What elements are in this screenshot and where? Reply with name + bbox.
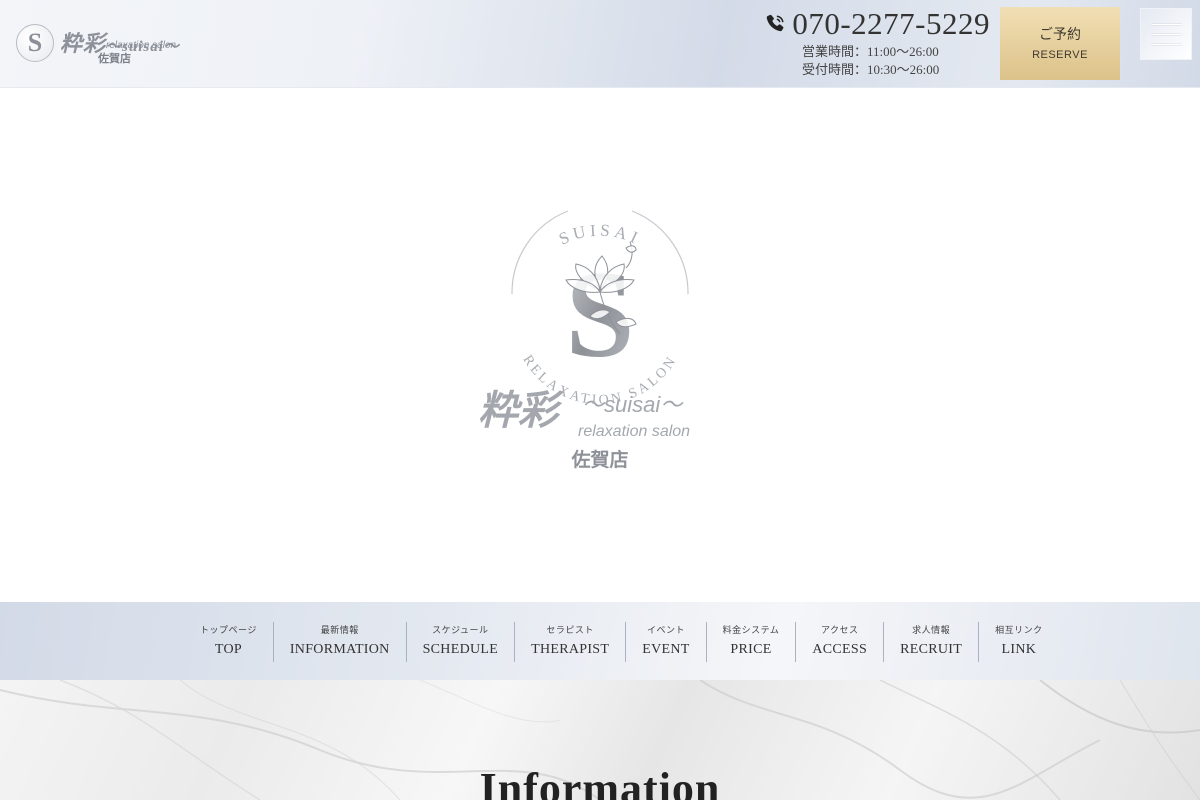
nav-label-jp: トップページ [200, 625, 257, 635]
phone-number[interactable]: 070-2277-5229 [792, 6, 990, 42]
nav-label-jp: 相互リンク [995, 625, 1043, 635]
hero-logo-branch: 佐賀店 [570, 448, 628, 471]
hamburger-menu-button[interactable] [1140, 8, 1192, 60]
logo-emblem-letter: S [27, 28, 43, 57]
nav-item-access[interactable]: アクセス ACCESS [795, 622, 883, 662]
nav-item-event[interactable]: イベント EVENT [625, 622, 705, 662]
hero-logo-kanji: 粋彩 [478, 388, 564, 433]
main-nav: トップページ TOP 最新情報 INFORMATION スケジュール SCHED… [0, 602, 1200, 680]
nav-item-therapist[interactable]: セラピスト THERAPIST [514, 622, 625, 662]
nav-label-en: THERAPIST [531, 642, 610, 657]
phone-icon [767, 14, 784, 32]
reserve-button[interactable]: ご予約 RESERVE [1000, 7, 1120, 80]
business-hours: 営業時間：11:00〜26:00 [802, 44, 939, 59]
information-section: Information [0, 680, 1200, 800]
nav-label-jp: アクセス [820, 625, 859, 635]
nav-label-jp: イベント [646, 625, 685, 635]
reserve-label-jp: ご予約 [1039, 28, 1081, 43]
hero-logo-subtitle: relaxation salon [578, 423, 690, 440]
phone-link[interactable]: 070-2277-5229 [760, 6, 990, 42]
nav-list: トップページ TOP 最新情報 INFORMATION スケジュール SCHED… [184, 622, 1059, 662]
nav-label-jp: セラピスト [546, 625, 594, 635]
hours-info: 営業時間：11:00〜26:00 受付時間：10:30〜26:00 [802, 43, 939, 79]
reserve-label-en: RESERVE [1032, 49, 1088, 61]
nav-label-en: ACCESS [812, 642, 868, 657]
site-header: S 粋彩〜suisai〜 relaxation salon 佐賀店 070-22… [0, 0, 1200, 88]
nav-label-en: INFORMATION [289, 642, 390, 657]
nav-label-en: LINK [1001, 642, 1037, 657]
hero-section: SUISAI RELAXATION SALON S 粋彩 〜suisai〜 re… [0, 88, 1200, 602]
logo-branch: 佐賀店 [98, 53, 131, 65]
hero-logo-roman: 〜suisai〜 [582, 392, 684, 417]
nav-item-top[interactable]: トップページ TOP [184, 622, 273, 662]
nav-label-en: SCHEDULE [422, 642, 499, 657]
nav-label-en: EVENT [642, 642, 690, 657]
nav-label-jp: 求人情報 [912, 625, 951, 635]
nav-label-jp: スケジュール [432, 625, 489, 635]
nav-label-en: PRICE [730, 642, 772, 657]
nav-label-jp: 最新情報 [320, 625, 359, 635]
nav-item-price[interactable]: 料金システム PRICE [705, 622, 796, 662]
nav-item-link[interactable]: 相互リンク LINK [978, 622, 1059, 662]
nav-label-jp: 料金システム [722, 625, 780, 635]
nav-label-en: RECRUIT [900, 642, 963, 657]
nav-item-recruit[interactable]: 求人情報 RECRUIT [883, 622, 978, 662]
contact-block: 070-2277-5229 営業時間：11:00〜26:00 受付時間：10:3… [760, 6, 990, 82]
header-logo[interactable]: S 粋彩〜suisai〜 relaxation salon 佐賀店 [14, 20, 184, 66]
reception-hours: 受付時間：10:30〜26:00 [802, 62, 940, 77]
nav-item-information[interactable]: 最新情報 INFORMATION [272, 622, 406, 662]
hero-logo: SUISAI RELAXATION SALON S 粋彩 〜suisai〜 re… [478, 210, 690, 471]
information-title: Information [479, 764, 721, 800]
nav-label-en: TOP [214, 642, 242, 657]
nav-item-schedule[interactable]: スケジュール SCHEDULE [405, 622, 515, 662]
logo-emblem: S [16, 24, 54, 62]
